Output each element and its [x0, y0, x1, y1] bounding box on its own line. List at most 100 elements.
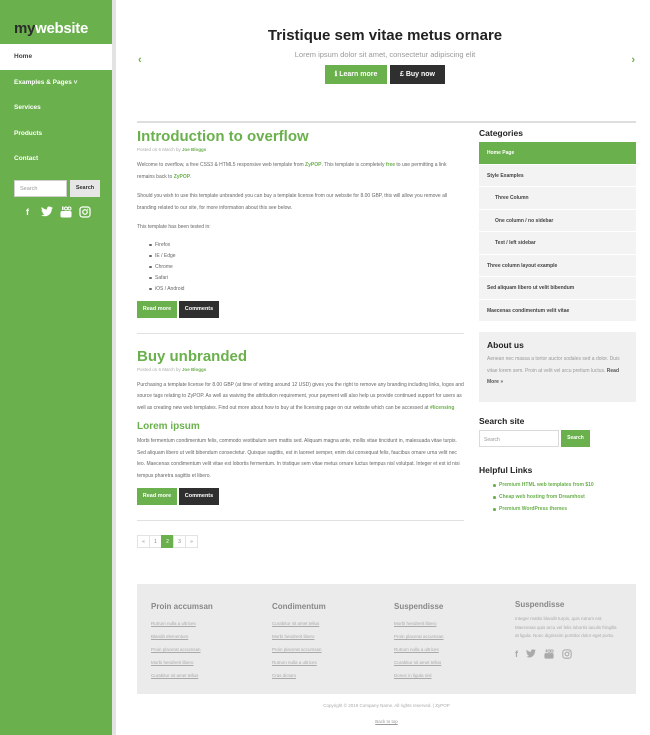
site-search: Search Search: [479, 430, 636, 447]
left-sidebar: mywebsite Home Examples & Pages ˅ Servic…: [0, 0, 116, 735]
youtube-icon[interactable]: [59, 206, 72, 219]
about-box: About us Aenean nec massa a tortor aucto…: [479, 332, 636, 402]
zypop-link[interactable]: ZyPOP: [174, 174, 190, 180]
list-item: IE / Edge: [149, 251, 464, 262]
pagination: « 1 2 3 »: [137, 535, 464, 548]
post-actions: Read more Comments: [137, 300, 464, 318]
site-search-input[interactable]: Search: [479, 430, 559, 447]
list-item: Firefox: [149, 240, 464, 251]
read-more-button[interactable]: Read more: [137, 300, 177, 318]
about-heading: About us: [487, 340, 524, 350]
sidebar-search-button[interactable]: Search: [70, 180, 100, 197]
read-more-button[interactable]: Read more: [137, 488, 177, 505]
footer-column: Condimentum Curabitur sit amet tellus Mo…: [272, 602, 382, 682]
post-author-link[interactable]: Joe Bloggs: [182, 367, 206, 372]
back-to-top-link[interactable]: Back to top: [137, 719, 636, 724]
footer-link[interactable]: Proin placerat accumsan: [272, 643, 382, 656]
pagination-next[interactable]: »: [185, 535, 198, 548]
category-text-left-sidebar[interactable]: Text / left sidebar: [479, 232, 636, 255]
comments-button[interactable]: Comments: [179, 488, 219, 505]
learn-more-button[interactable]: ℹ Learn more: [325, 65, 387, 84]
post-title[interactable]: Introduction to overflow: [137, 128, 464, 145]
footer-heading: Proin accumsan: [151, 602, 213, 611]
footer-link[interactable]: Curabitur sit amet tellus: [272, 617, 382, 630]
footer-link[interactable]: Rutrum nulla a ultrices: [394, 643, 504, 656]
nav-item-products[interactable]: Products: [0, 121, 112, 147]
nav-item-examples[interactable]: Examples & Pages ˅: [0, 70, 112, 96]
sidebar-search: Search Search: [14, 180, 100, 197]
footer-link[interactable]: Proin placerat accumsan: [394, 630, 504, 643]
buy-now-button[interactable]: £ Buy now: [390, 65, 445, 84]
slider-prev-arrow[interactable]: ‹: [138, 54, 142, 66]
post-paragraph: Morbi fermentum condimentum felis, commo…: [137, 438, 460, 479]
slider-next-arrow[interactable]: ›: [631, 54, 635, 66]
facebook-icon[interactable]: f: [21, 206, 34, 219]
twitter-icon[interactable]: [40, 206, 53, 219]
footer-link[interactable]: Rutrum nulla a ultrices: [151, 617, 261, 630]
footer-link[interactable]: Blandit elementum: [151, 630, 261, 643]
category-one-column[interactable]: One column / no sidebar: [479, 209, 636, 232]
footer-heading: Suspendisse: [394, 602, 444, 611]
post-divider: [137, 332, 464, 334]
instagram-icon[interactable]: [562, 648, 572, 661]
footer-link[interactable]: Curabitur sit amet tellus: [151, 669, 261, 682]
footer-link[interactable]: Morbi hendrerit libero: [272, 630, 382, 643]
youtube-icon[interactable]: [544, 648, 554, 661]
category-three-column[interactable]: Three Column: [479, 187, 636, 210]
category-sed-aliquam[interactable]: Sed aliquam libero ut velit bibendum: [479, 277, 636, 300]
footer-heading: Condimentum: [272, 602, 326, 611]
hero-title: Tristique sem vitae metus ornare: [267, 27, 503, 44]
nav-item-contact[interactable]: Contact: [0, 146, 112, 172]
main-nav: Home Examples & Pages ˅ Services Product…: [0, 44, 112, 172]
list-item: Chrome: [149, 262, 464, 273]
post-title[interactable]: Buy unbranded: [137, 348, 464, 365]
category-maecenas[interactable]: Maecenas condimentum velit vitae: [479, 299, 636, 322]
footer-column: Suspendisse Integer mattis blandit turpi…: [515, 600, 620, 661]
footer-link[interactable]: Proin placerat accumsan: [151, 643, 261, 656]
post-buy-unbranded: Buy unbranded Posted on 6 March by Joe B…: [137, 348, 464, 521]
footer-column: Suspendisse Morbi hendrerit libero Proin…: [394, 602, 504, 682]
about-text: Aenean nec massa a tortor auctor sodales…: [487, 356, 620, 385]
helpful-links-list: Premium HTML web templates from $10 Chea…: [493, 479, 636, 515]
post-overflow: Introduction to overflow Posted on 6 Mar…: [137, 128, 464, 334]
sidebar-search-input[interactable]: Search: [14, 180, 67, 197]
post-paragraph: Purchasing a template license for 8.00 G…: [137, 381, 464, 411]
browser-list: Firefox IE / Edge Chrome Safari iOS / An…: [149, 240, 464, 295]
category-home-page[interactable]: Home Page: [479, 142, 636, 165]
footer-link[interactable]: Morbi hendrerit libero: [151, 656, 261, 669]
zypop-link[interactable]: ZyPOP: [305, 162, 321, 168]
site-logo[interactable]: mywebsite: [0, 0, 112, 44]
list-item: Safari: [149, 273, 464, 284]
post-subheading: Lorem ipsum: [137, 421, 200, 432]
post-intro-paragraph: Welcome to overflow, a free CSS3 & HTML5…: [137, 162, 447, 180]
helpful-link[interactable]: Premium WordPress themes: [493, 503, 636, 515]
twitter-icon[interactable]: [526, 648, 536, 661]
helpful-link[interactable]: Premium HTML web templates from $10: [493, 479, 636, 491]
right-sidebar: Categories Home Page Style Examples Thre…: [479, 128, 636, 515]
post-meta: Posted on 6 March by Joe Bloggs: [137, 147, 207, 152]
helpful-link[interactable]: Cheap web hosting from Dreamhost: [493, 491, 636, 503]
hero-buttons: ℹ Learn more £ Buy now: [120, 65, 650, 84]
post-paragraph: Should you wish to use this template unb…: [137, 193, 448, 211]
licensing-link[interactable]: #licensing: [430, 405, 454, 411]
nav-item-services[interactable]: Services: [0, 95, 112, 121]
site-search-button[interactable]: Search: [561, 430, 590, 447]
footer: Proin accumsan Rutrum nulla a ultrices B…: [137, 584, 636, 694]
footer-link[interactable]: Donec in ligula nisl: [394, 669, 504, 682]
footer-link[interactable]: Rutrum nulla a ultrices: [272, 656, 382, 669]
nav-item-home[interactable]: Home: [0, 44, 112, 70]
facebook-icon[interactable]: f: [515, 649, 518, 661]
category-style-examples[interactable]: Style Examples: [479, 164, 636, 187]
footer-column: Proin accumsan Rutrum nulla a ultrices B…: [151, 602, 261, 682]
footer-link[interactable]: Curabitur sit amet tellus: [394, 656, 504, 669]
category-three-column-layout[interactable]: Three column layout example: [479, 254, 636, 277]
comments-button[interactable]: Comments: [179, 300, 219, 318]
instagram-icon[interactable]: [78, 206, 91, 219]
search-site-heading: Search site: [479, 416, 525, 426]
footer-link[interactable]: Cras dictum: [272, 669, 382, 682]
hero-subtitle: Lorem ipsum dolor sit amet, consectetur …: [294, 50, 476, 59]
post-author-link[interactable]: Joe Bloggs: [182, 147, 206, 152]
footer-link[interactable]: Morbi hendrerit libero: [394, 617, 504, 630]
copyright-text: Copyright © 2016 Company Name. All right…: [323, 703, 450, 708]
post-meta: Posted on 6 March by Joe Bloggs: [137, 366, 207, 372]
